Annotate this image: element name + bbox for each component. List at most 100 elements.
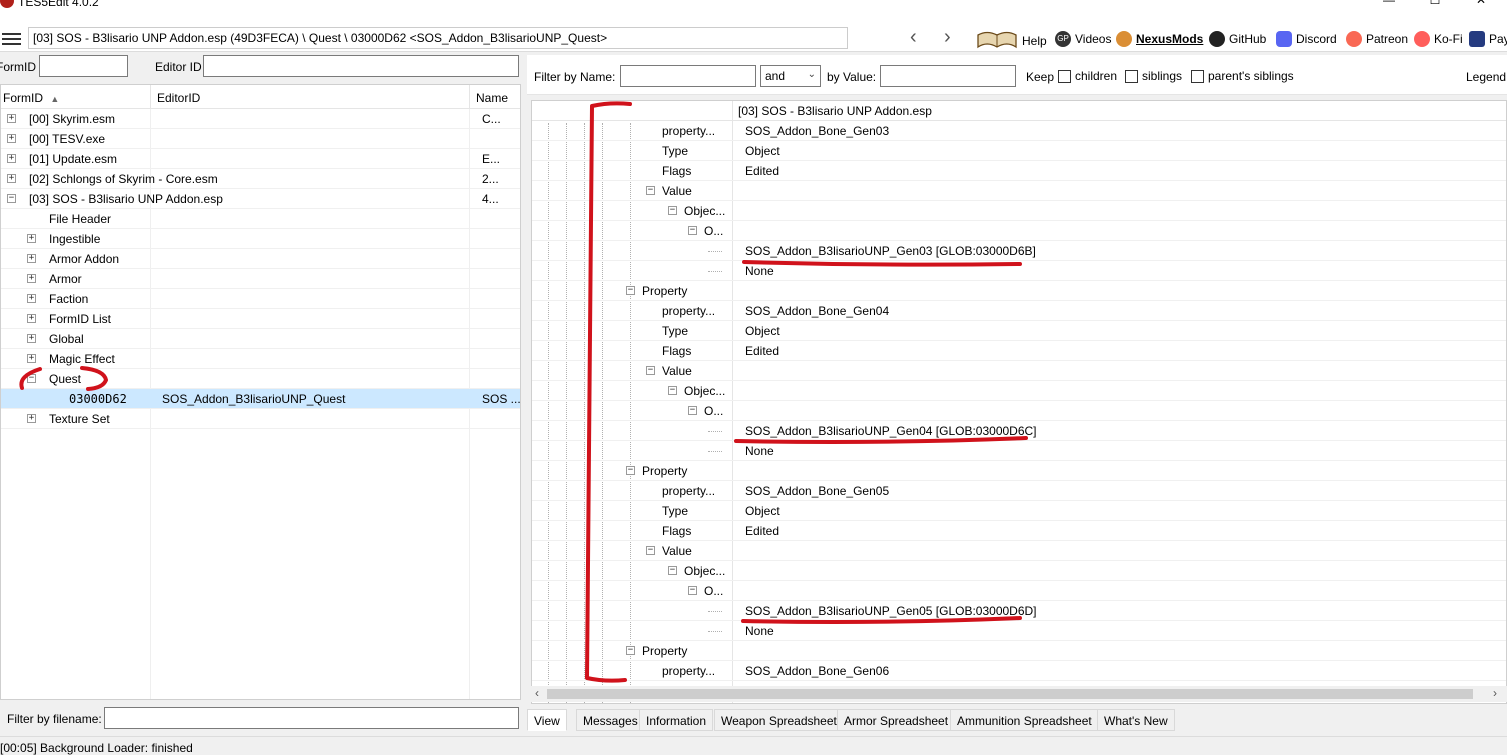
tree-row[interactable]: + Armor (1, 269, 520, 289)
tab-whats-new[interactable]: What's New (1097, 709, 1175, 731)
tree-row[interactable]: + Armor Addon (1, 249, 520, 269)
formid-filter-input[interactable] (39, 55, 128, 77)
record-row[interactable]: Type Object (532, 141, 1506, 161)
minimize-button[interactable]: — (1366, 0, 1412, 11)
record-row[interactable]: − O... (532, 221, 1506, 241)
collapse-icon[interactable]: − (626, 466, 635, 475)
record-row[interactable]: None (532, 441, 1506, 461)
tree-row[interactable]: + [01] Update.esm E... (1, 149, 520, 169)
tab-messages[interactable]: Messages (576, 709, 645, 731)
checkbox-box[interactable] (1191, 69, 1204, 83)
children-checkbox[interactable]: children (1058, 69, 1117, 83)
back-arrow-icon[interactable]: ‹ (910, 27, 917, 47)
tree-row[interactable]: + Magic Effect (1, 349, 520, 369)
expand-icon[interactable]: + (27, 334, 36, 343)
kofi-link[interactable]: Ko-Fi (1414, 31, 1463, 47)
close-button[interactable]: ✕ (1458, 0, 1504, 11)
record-row[interactable]: − O... (532, 581, 1506, 601)
collapse-icon[interactable]: − (688, 226, 697, 235)
collapse-icon[interactable]: − (668, 386, 677, 395)
tab-weapon-spreadsheet[interactable]: Weapon Spreadsheet (714, 709, 844, 731)
record-row[interactable]: − Value (532, 541, 1506, 561)
record-row[interactable]: Flags Edited (532, 521, 1506, 541)
tree-row[interactable]: + Global (1, 329, 520, 349)
column-separator[interactable] (469, 85, 470, 109)
filename-filter-input[interactable] (104, 707, 519, 729)
videos-link[interactable]: GP Videos (1055, 31, 1111, 47)
expand-icon[interactable]: + (27, 274, 36, 283)
collapse-icon[interactable]: − (27, 374, 36, 383)
record-row[interactable]: − Property (532, 461, 1506, 481)
record-row[interactable]: Flags Edited (532, 341, 1506, 361)
expand-icon[interactable]: + (27, 234, 36, 243)
expand-icon[interactable]: + (27, 314, 36, 323)
expand-icon[interactable]: + (7, 134, 16, 143)
scroll-right-icon[interactable]: › (1493, 686, 1497, 700)
expand-icon[interactable]: + (27, 354, 36, 363)
collapse-icon[interactable]: − (668, 206, 677, 215)
tree-row[interactable]: + [00] TESV.exe (1, 129, 520, 149)
record-row[interactable]: SOS_Addon_B3lisarioUNP_Gen03 [GLOB:03000… (532, 241, 1506, 261)
checkbox-box[interactable] (1125, 69, 1138, 83)
scroll-left-icon[interactable]: ‹ (535, 686, 539, 700)
patreon-link[interactable]: Patreon (1346, 31, 1408, 47)
horizontal-scrollbar[interactable]: ‹ › (531, 686, 1507, 702)
tree-row[interactable]: + Ingestible (1, 229, 520, 249)
record-row[interactable]: None (532, 261, 1506, 281)
tree-row[interactable]: + Texture Set (1, 409, 520, 429)
expand-icon[interactable]: + (7, 114, 16, 123)
legend-button[interactable]: Legend (1466, 70, 1506, 84)
tab-ammunition-spreadsheet[interactable]: Ammunition Spreadsheet (950, 709, 1099, 731)
tree-row[interactable]: + [00] Skyrim.esm C... (1, 109, 520, 129)
tree-row[interactable]: − [03] SOS - B3lisario UNP Addon.esp 4... (1, 189, 520, 209)
tree-row[interactable]: + FormID List (1, 309, 520, 329)
column-separator[interactable] (150, 85, 151, 109)
checkbox-box[interactable] (1058, 69, 1071, 83)
discord-link[interactable]: Discord (1276, 31, 1337, 47)
tree-row[interactable]: + [02] Schlongs of Skyrim - Core.esm 2... (1, 169, 520, 189)
name-column-header[interactable]: Name (476, 91, 508, 105)
paypal-link[interactable]: Pay (1469, 31, 1507, 47)
nexusmods-link[interactable]: NexusMods (1116, 31, 1203, 47)
collapse-icon[interactable]: − (668, 566, 677, 575)
expand-icon[interactable]: + (7, 154, 16, 163)
record-row[interactable]: Type Object (532, 501, 1506, 521)
record-row[interactable]: − Value (532, 361, 1506, 381)
collapse-icon[interactable]: − (626, 646, 635, 655)
siblings-checkbox[interactable]: siblings (1125, 69, 1182, 83)
formid-column-header[interactable]: FormID ▲ (3, 91, 59, 105)
expand-icon[interactable]: + (27, 254, 36, 263)
record-row[interactable]: − Property (532, 281, 1506, 301)
filter-by-name-input[interactable] (620, 65, 756, 87)
record-row[interactable]: property... SOS_Addon_Bone_Gen04 (532, 301, 1506, 321)
editorid-column-header[interactable]: EditorID (157, 91, 200, 105)
record-row[interactable]: None (532, 621, 1506, 641)
collapse-icon[interactable]: − (626, 286, 635, 295)
record-row[interactable]: property... SOS_Addon_Bone_Gen05 (532, 481, 1506, 501)
tree-row[interactable]: + Faction (1, 289, 520, 309)
tree-row[interactable]: − Quest (1, 369, 520, 389)
tree-row[interactable]: File Header (1, 209, 520, 229)
record-row[interactable]: − Objec... (532, 201, 1506, 221)
tab-information[interactable]: Information (639, 709, 714, 731)
record-row[interactable]: − Value (532, 181, 1506, 201)
record-row[interactable]: Type Object (532, 321, 1506, 341)
hamburger-menu-icon[interactable] (2, 33, 21, 45)
parents-siblings-checkbox[interactable]: parent's siblings (1191, 69, 1294, 83)
record-row[interactable]: − Objec... (532, 381, 1506, 401)
record-row[interactable]: − Property (532, 641, 1506, 661)
collapse-icon[interactable]: − (646, 186, 655, 195)
github-link[interactable]: GitHub (1209, 31, 1266, 47)
tab-armor-spreadsheet[interactable]: Armor Spreadsheet (837, 709, 956, 731)
record-row[interactable]: SOS_Addon_B3lisarioUNP_Gen05 [GLOB:03000… (532, 601, 1506, 621)
operator-select[interactable]: and ⌄ (760, 65, 821, 87)
forward-arrow-icon[interactable]: › (944, 27, 951, 47)
collapse-icon[interactable]: − (646, 366, 655, 375)
expand-icon[interactable]: + (27, 294, 36, 303)
record-row[interactable]: Flags Edited (532, 161, 1506, 181)
collapse-icon[interactable]: − (7, 194, 16, 203)
maximize-button[interactable]: ☐ (1412, 0, 1458, 11)
filter-by-value-input[interactable] (880, 65, 1016, 87)
record-row[interactable]: SOS_Addon_B3lisarioUNP_Gen04 [GLOB:03000… (532, 421, 1506, 441)
record-row[interactable]: − O... (532, 401, 1506, 421)
